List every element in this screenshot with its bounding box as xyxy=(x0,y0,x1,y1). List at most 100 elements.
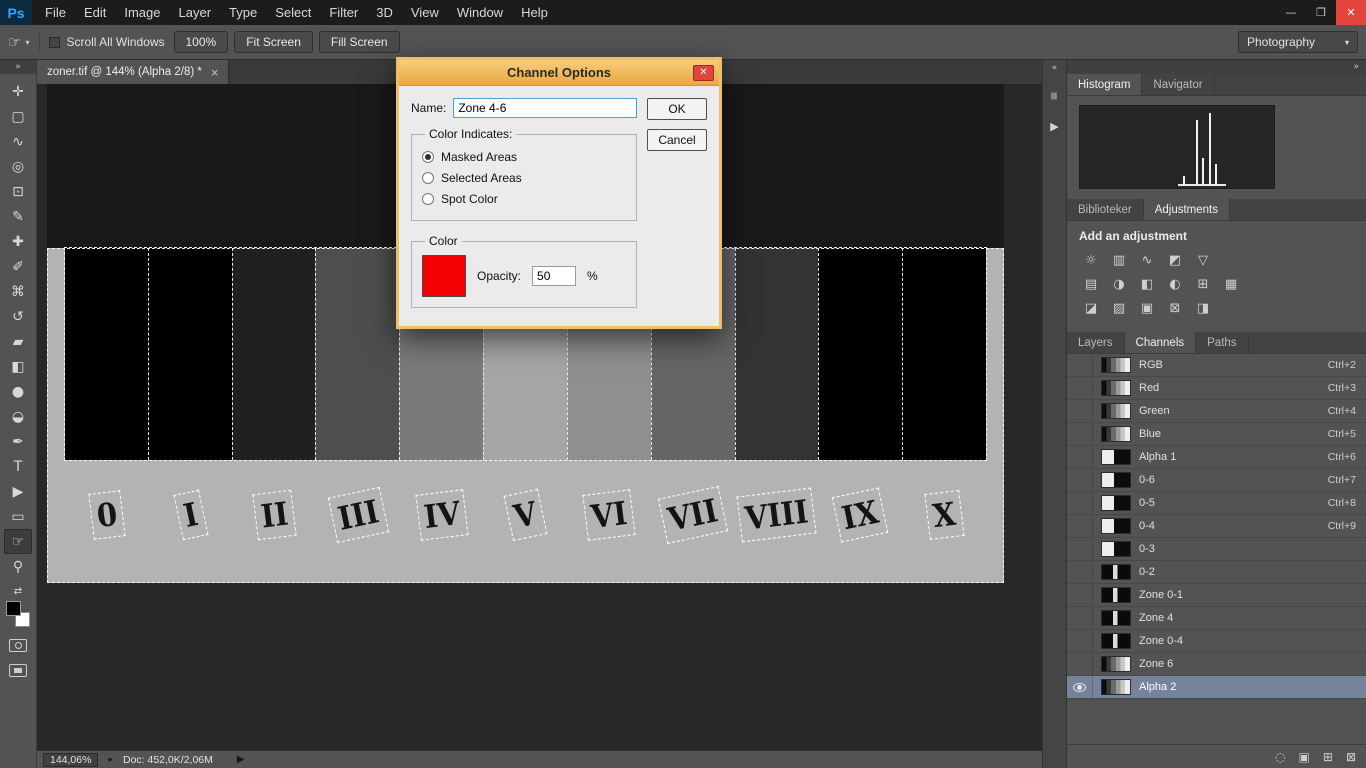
curves-icon[interactable]: ∿ xyxy=(1135,250,1159,271)
dialog-close-button[interactable]: ✕ xyxy=(693,65,714,81)
tab-channels[interactable]: Channels xyxy=(1125,332,1197,353)
actions-panel-icon[interactable]: ▶ xyxy=(1050,120,1058,133)
posterize-icon[interactable]: ▨ xyxy=(1107,298,1131,319)
eraser-tool[interactable]: ▰ xyxy=(4,329,32,354)
channel-name-input[interactable] xyxy=(453,98,637,118)
black-white-icon[interactable]: ◧ xyxy=(1135,274,1159,295)
tab-paths[interactable]: Paths xyxy=(1196,332,1248,353)
toolbar-collapse-button[interactable]: » xyxy=(0,60,36,74)
channel-mixer-icon[interactable]: ⊞ xyxy=(1191,274,1215,295)
channel-rgb[interactable]: RGB Ctrl+2 xyxy=(1067,354,1366,377)
exposure-icon[interactable]: ◩ xyxy=(1163,250,1187,271)
menu-item-layer[interactable]: Layer xyxy=(170,0,221,25)
menu-item-window[interactable]: Window xyxy=(448,0,512,25)
vibrance-icon[interactable]: ▽ xyxy=(1191,250,1215,271)
gradient-map-icon[interactable]: ◨ xyxy=(1191,298,1215,319)
tab-biblioteker[interactable]: Biblioteker xyxy=(1067,199,1144,220)
marquee-tool[interactable]: ▢ xyxy=(4,104,32,129)
menu-item-select[interactable]: Select xyxy=(266,0,320,25)
masked-areas-radio[interactable]: Masked Areas xyxy=(422,150,626,164)
dialog-title-bar[interactable]: Channel Options ✕ xyxy=(399,60,719,86)
quick-selection-tool[interactable]: ◎ xyxy=(4,154,32,179)
quick-mask-button[interactable] xyxy=(9,639,27,652)
tab-navigator[interactable]: Navigator xyxy=(1142,74,1214,95)
new-channel-icon[interactable]: ⊞ xyxy=(1323,750,1333,764)
opacity-input[interactable] xyxy=(532,266,576,286)
menu-item-help[interactable]: Help xyxy=(512,0,557,25)
tab-adjustments[interactable]: Adjustments xyxy=(1144,199,1230,220)
menu-item-3d[interactable]: 3D xyxy=(367,0,402,25)
gradient-tool[interactable]: ◧ xyxy=(4,354,32,379)
scroll-all-windows-checkbox[interactable]: Scroll All Windows xyxy=(49,35,164,49)
swap-colors-icon[interactable]: ⇄ xyxy=(14,586,22,597)
collapse-panels-button[interactable]: » xyxy=(1067,60,1366,74)
blur-tool[interactable]: ● xyxy=(4,379,32,404)
visibility-toggle[interactable] xyxy=(1067,561,1093,583)
status-flyout-icon[interactable]: ▶ xyxy=(237,754,245,765)
zoom-tool[interactable]: ⚲ xyxy=(4,554,32,579)
tab-histogram[interactable]: Histogram xyxy=(1067,74,1142,95)
path-selection-tool[interactable]: ▶ xyxy=(4,479,32,504)
visibility-toggle[interactable] xyxy=(1067,446,1093,468)
menu-item-edit[interactable]: Edit xyxy=(75,0,115,25)
channel-0-2[interactable]: 0-2 xyxy=(1067,561,1366,584)
zoom-100-button[interactable]: 100% xyxy=(174,31,229,53)
save-selection-icon[interactable]: ▣ xyxy=(1299,750,1310,764)
fill-screen-button[interactable]: Fill Screen xyxy=(319,31,400,53)
hand-tool[interactable]: ☞ xyxy=(4,529,32,554)
threshold-icon[interactable]: ▣ xyxy=(1135,298,1159,319)
spot-color-radio[interactable]: Spot Color xyxy=(422,192,626,206)
visibility-toggle[interactable] xyxy=(1067,653,1093,675)
channel-red[interactable]: Red Ctrl+3 xyxy=(1067,377,1366,400)
brush-tool[interactable]: ✐ xyxy=(4,254,32,279)
channel-zone-4[interactable]: Zone 4 xyxy=(1067,607,1366,630)
document-tab[interactable]: zoner.tif @ 144% (Alpha 2/8) * × xyxy=(37,60,229,84)
selective-color-icon[interactable]: ⊠ xyxy=(1163,298,1187,319)
channel-zone-0-4[interactable]: Zone 0-4 xyxy=(1067,630,1366,653)
color-lookup-icon[interactable]: ▦ xyxy=(1219,274,1243,295)
foreground-color-swatch[interactable] xyxy=(6,601,21,616)
close-icon[interactable]: × xyxy=(211,66,219,79)
hue-saturation-icon[interactable]: ▤ xyxy=(1079,274,1103,295)
menu-item-type[interactable]: Type xyxy=(220,0,266,25)
zoom-level-field[interactable]: 144,06% xyxy=(43,753,98,767)
tab-layers[interactable]: Layers xyxy=(1067,332,1125,353)
eyedropper-tool[interactable]: ✎ xyxy=(4,204,32,229)
screen-mode-button[interactable] xyxy=(9,664,27,677)
minimize-button[interactable]: — xyxy=(1276,0,1306,25)
dodge-tool[interactable]: ◒ xyxy=(4,404,32,429)
clone-stamp-tool[interactable]: ⌘ xyxy=(4,279,32,304)
tool-preset-picker[interactable]: ☞ ▾ xyxy=(8,33,40,51)
workspace-picker[interactable]: Photography ▾ xyxy=(1238,31,1358,53)
visibility-toggle[interactable] xyxy=(1067,400,1093,422)
visibility-toggle[interactable] xyxy=(1067,630,1093,652)
selected-areas-radio[interactable]: Selected Areas xyxy=(422,171,626,185)
brightness-contrast-icon[interactable]: ☼ xyxy=(1079,250,1103,271)
channel-green[interactable]: Green Ctrl+4 xyxy=(1067,400,1366,423)
crop-tool[interactable]: ⊡ xyxy=(4,179,32,204)
invert-icon[interactable]: ◪ xyxy=(1079,298,1103,319)
status-options-icon[interactable]: ▸ xyxy=(108,755,113,765)
visibility-toggle[interactable] xyxy=(1067,469,1093,491)
channel-0-3[interactable]: 0-3 xyxy=(1067,538,1366,561)
channel-alpha-1[interactable]: Alpha 1 Ctrl+6 xyxy=(1067,446,1366,469)
visibility-toggle[interactable] xyxy=(1067,584,1093,606)
levels-icon[interactable]: ▥ xyxy=(1107,250,1131,271)
history-brush-tool[interactable]: ↺ xyxy=(4,304,32,329)
type-tool[interactable]: T xyxy=(4,454,32,479)
visibility-toggle[interactable] xyxy=(1067,607,1093,629)
menu-item-filter[interactable]: Filter xyxy=(320,0,367,25)
visibility-toggle[interactable] xyxy=(1067,492,1093,514)
channel-0-6[interactable]: 0-6 Ctrl+7 xyxy=(1067,469,1366,492)
properties-panel-icon[interactable]: ≡ xyxy=(1048,91,1061,99)
visibility-toggle[interactable] xyxy=(1067,515,1093,537)
menu-item-file[interactable]: File xyxy=(36,0,75,25)
channel-zone-0-1[interactable]: Zone 0-1 xyxy=(1067,584,1366,607)
move-tool[interactable]: ✛ xyxy=(4,79,32,104)
load-selection-icon[interactable]: ◌ xyxy=(1275,750,1285,764)
shape-tool[interactable]: ▭ xyxy=(4,504,32,529)
visibility-toggle[interactable] xyxy=(1067,423,1093,445)
ok-button[interactable]: OK xyxy=(647,98,707,120)
restore-button[interactable]: ❐ xyxy=(1306,0,1336,25)
visibility-toggle[interactable] xyxy=(1067,377,1093,399)
